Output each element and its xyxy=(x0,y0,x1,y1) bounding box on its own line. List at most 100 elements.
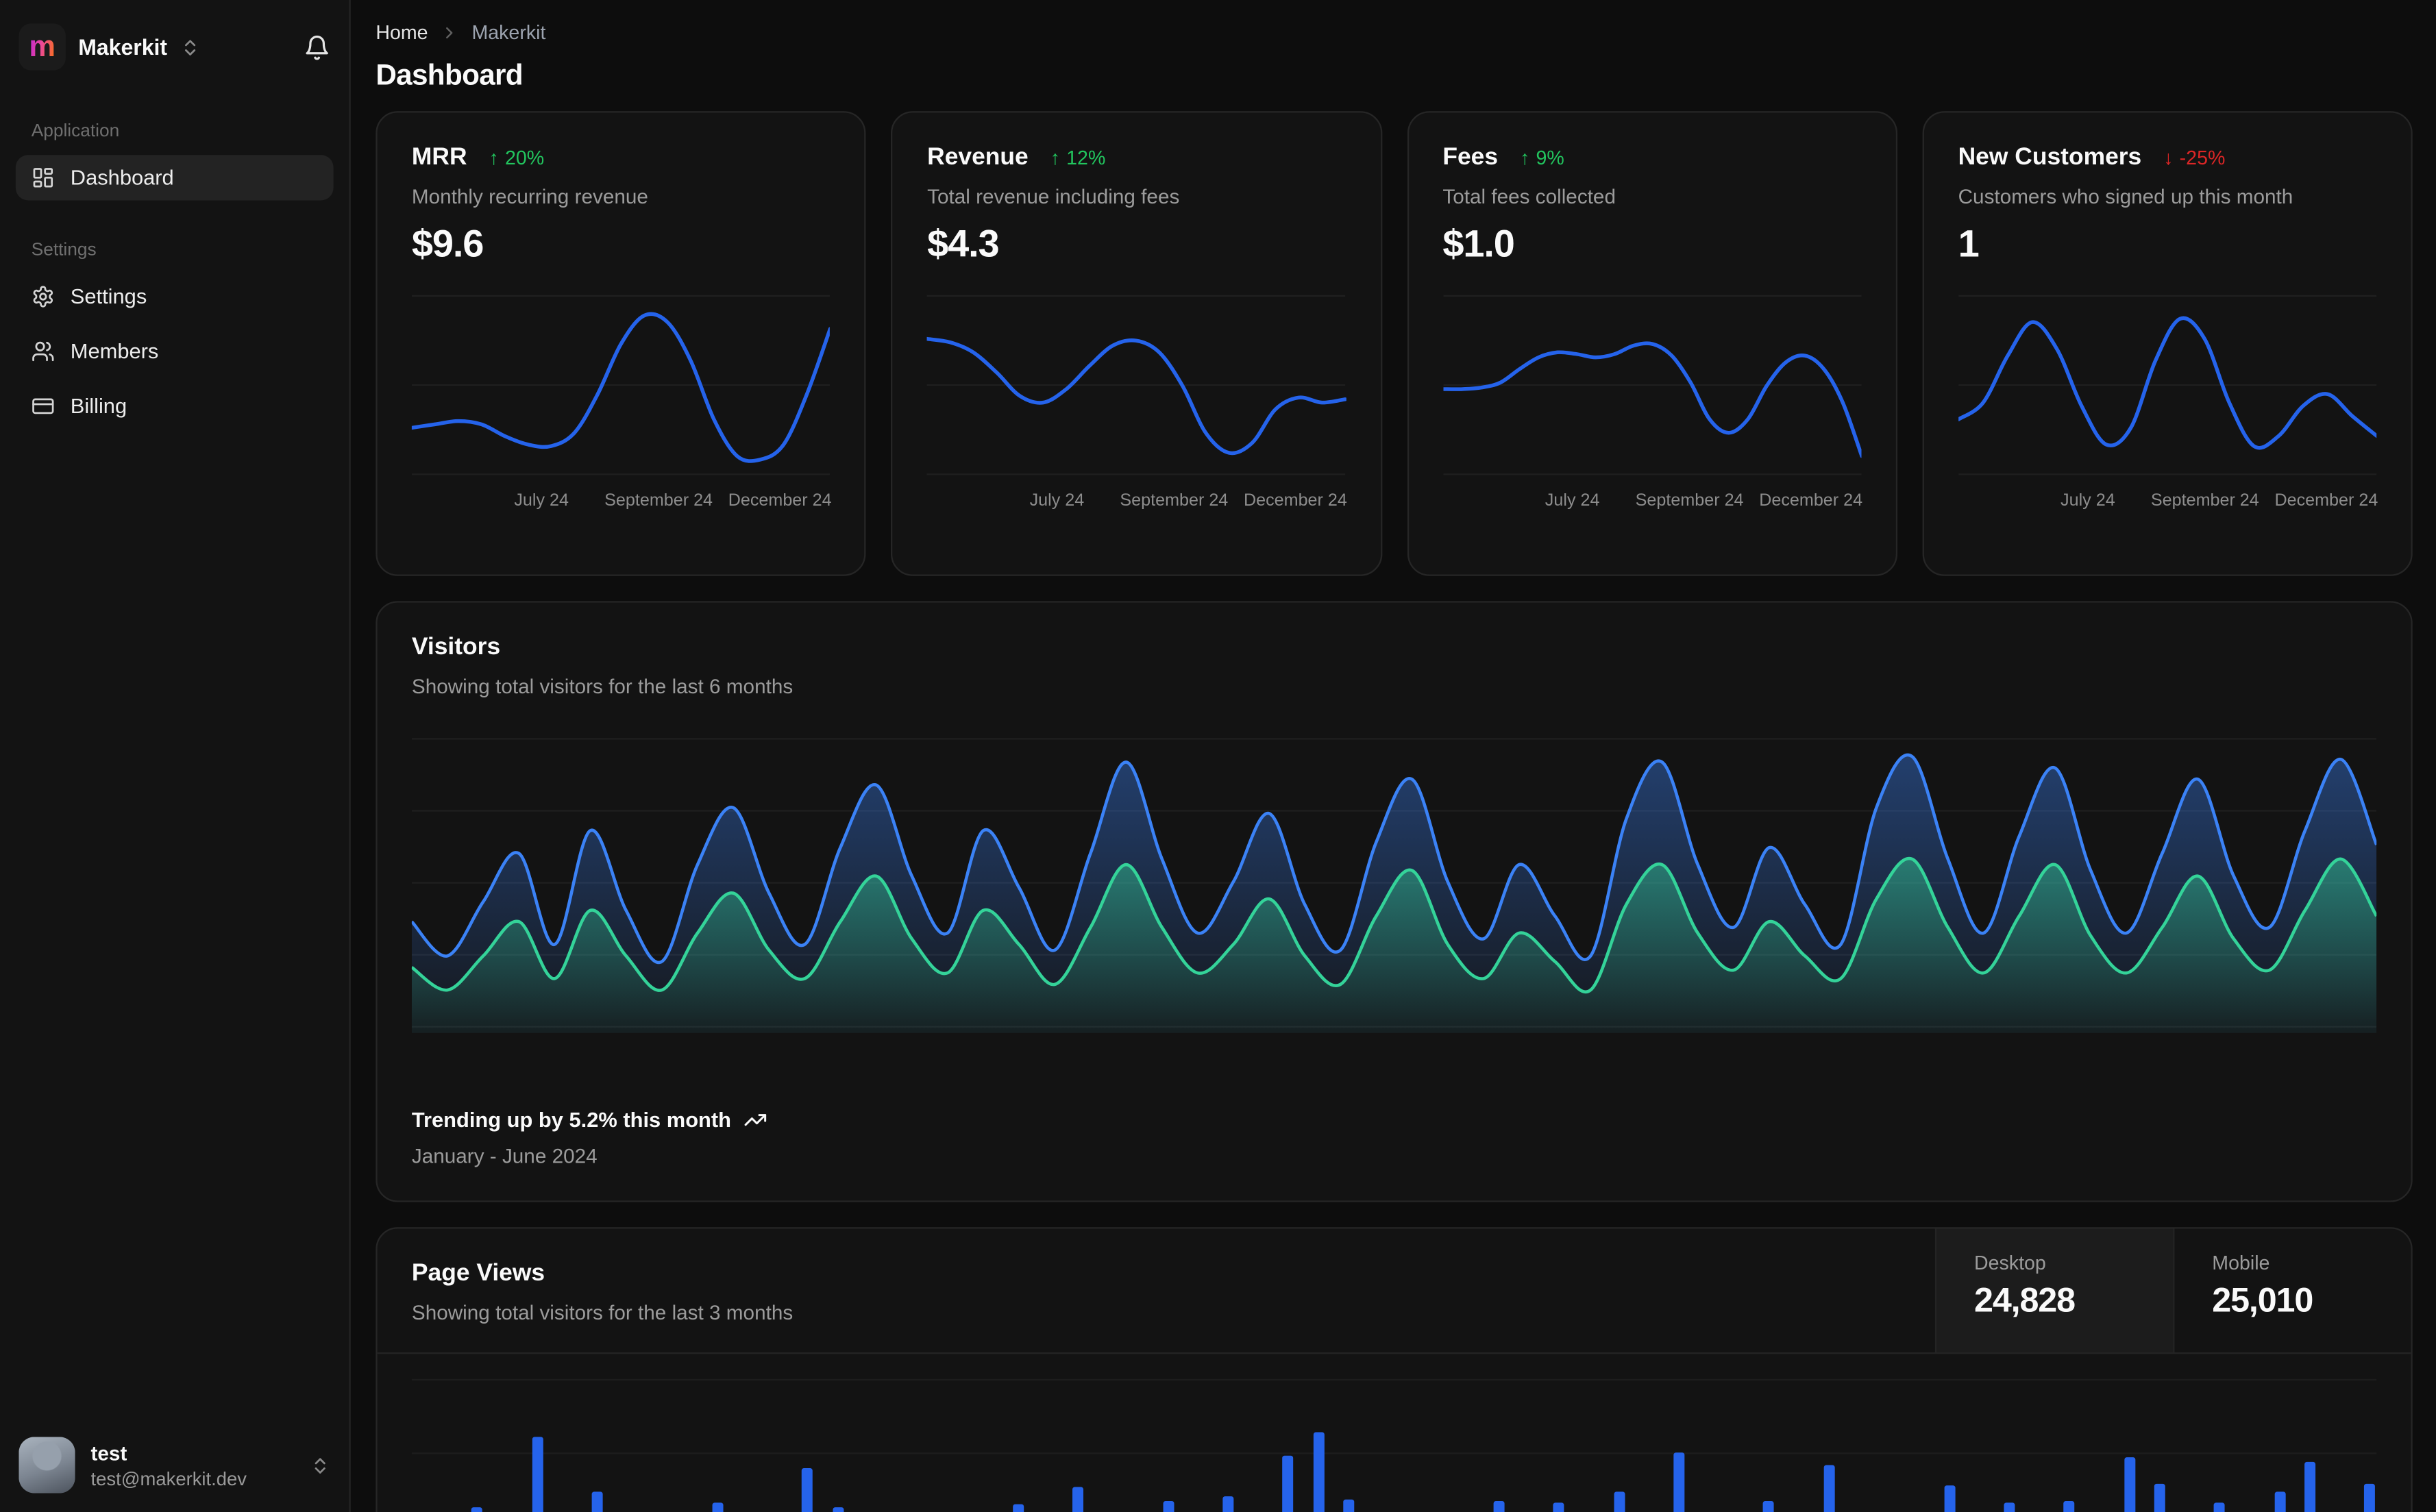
trend-badge: ↑ 9% xyxy=(1520,147,1564,169)
page-views-bar xyxy=(1613,1491,1625,1512)
stat-value: $9.6 xyxy=(411,223,484,267)
page-views-bar xyxy=(2364,1483,2376,1512)
page-views-bar xyxy=(2063,1501,2075,1512)
arrow-up-icon: ↑ xyxy=(1520,147,1530,169)
user-meta: test test@makerkit.dev xyxy=(91,1441,295,1489)
page-views-bar xyxy=(1342,1498,1354,1512)
page-views-bar xyxy=(2274,1491,2285,1512)
sidebar-item-members[interactable]: Members xyxy=(16,329,334,374)
sparkline-chart xyxy=(411,293,831,478)
trend-value: 12% xyxy=(1066,147,1106,169)
main-content: Home Makerkit Dashboard MRR ↑ 20% Monthl… xyxy=(351,0,2436,1512)
visitors-card: Visitors Showing total visitors for the … xyxy=(376,601,2413,1202)
stat-title: Fees xyxy=(1442,144,1499,171)
stat-value: $4.3 xyxy=(927,223,1000,267)
page-views-bar xyxy=(1553,1502,1564,1512)
toggle-mobile[interactable]: Mobile 25,010 xyxy=(2173,1228,2411,1352)
stat-value: $1.0 xyxy=(1442,223,1515,267)
chevrons-up-down-icon[interactable] xyxy=(180,37,200,58)
page-views-description: Showing total visitors for the last 3 mo… xyxy=(411,1300,793,1324)
app-root: m Makerkit Application Dashboard Setting… xyxy=(0,0,2436,1512)
stat-description: Total revenue including fees xyxy=(927,184,1180,208)
gear-icon xyxy=(32,285,55,308)
stat-description: Customers who signed up this month xyxy=(1958,184,2293,208)
axis-tick: September 24 xyxy=(604,491,713,510)
sparkline-axis: July 24 September 24 December 24 xyxy=(1442,485,1863,517)
bell-icon[interactable] xyxy=(304,34,330,60)
section-label-settings: Settings xyxy=(31,240,97,260)
sidebar-item-label: Billing xyxy=(70,394,127,419)
toggle-desktop[interactable]: Desktop 24,828 xyxy=(1934,1228,2174,1352)
trend-value: -25% xyxy=(2179,147,2226,169)
visitors-title: Visitors xyxy=(411,634,501,661)
stat-card-revenue: Revenue ↑ 12% Total revenue including fe… xyxy=(891,111,1382,576)
workspace-name[interactable]: Makerkit xyxy=(78,34,167,60)
stat-title: Revenue xyxy=(927,144,1029,171)
makerkit-logo-letter: m xyxy=(29,30,56,64)
page-views-bar xyxy=(1162,1501,1174,1512)
page-views-bar xyxy=(2304,1461,2315,1512)
chevron-right-icon xyxy=(441,23,459,42)
users-icon xyxy=(32,340,55,363)
sidebar-item-label: Members xyxy=(70,339,159,364)
sidebar-item-label: Dashboard xyxy=(70,166,174,190)
dashboard-icon xyxy=(32,166,55,189)
sidebar-item-settings[interactable]: Settings xyxy=(16,274,334,319)
page-views-bar xyxy=(1283,1455,1294,1512)
visitors-footer: Trending up by 5.2% this month January -… xyxy=(411,1108,2376,1168)
page-views-bar xyxy=(532,1436,543,1512)
stat-card-fees: Fees ↑ 9% Total fees collected $1.0 July… xyxy=(1406,111,1897,576)
stat-card-mrr: MRR ↑ 20% Monthly recurring revenue $9.6… xyxy=(376,111,867,576)
sparkline-chart xyxy=(1442,293,1861,478)
axis-tick: July 24 xyxy=(1545,491,1600,510)
trend-badge: ↑ 12% xyxy=(1050,147,1106,169)
toggle-value: 24,828 xyxy=(1974,1280,2076,1320)
trend-value: 20% xyxy=(504,147,545,169)
breadcrumb-home-link[interactable]: Home xyxy=(376,22,428,44)
stats-grid: MRR ↑ 20% Monthly recurring revenue $9.6… xyxy=(376,111,2413,576)
stat-title: New Customers xyxy=(1958,144,2142,171)
page-views-title: Page Views xyxy=(411,1260,545,1287)
sparkline-chart xyxy=(927,293,1346,478)
visitors-date-range: January - June 2024 xyxy=(411,1144,598,1168)
page-views-bar xyxy=(2124,1457,2135,1512)
toggle-value: 25,010 xyxy=(2212,1280,2313,1320)
user-menu[interactable]: test test@makerkit.dev xyxy=(16,1422,334,1512)
stat-title: MRR xyxy=(411,144,467,171)
page-views-bar xyxy=(591,1491,603,1512)
breadcrumb: Home Makerkit xyxy=(376,22,2412,44)
breadcrumb-current: Makerkit xyxy=(471,21,546,44)
arrow-up-icon: ↑ xyxy=(489,147,499,169)
arrow-up-icon: ↑ xyxy=(1050,147,1061,169)
stat-value: 1 xyxy=(1958,223,1980,267)
credit-card-icon xyxy=(32,395,55,418)
trending-up-icon xyxy=(743,1108,767,1132)
page-views-bar-chart xyxy=(411,1354,2377,1512)
avatar xyxy=(19,1437,75,1494)
page-views-bar xyxy=(1493,1501,1505,1512)
trend-value: 9% xyxy=(1536,147,1564,169)
axis-tick: December 24 xyxy=(1759,491,1863,510)
page-views-bar xyxy=(1823,1465,1835,1512)
user-name: test xyxy=(90,1441,127,1465)
axis-tick: July 24 xyxy=(2060,491,2115,510)
axis-tick: December 24 xyxy=(2274,491,2378,510)
sidebar-item-billing[interactable]: Billing xyxy=(16,384,334,429)
user-email: test@makerkit.dev xyxy=(90,1467,247,1489)
arrow-down-icon: ↓ xyxy=(2163,147,2174,169)
sidebar-header: m Makerkit xyxy=(16,0,334,75)
page-title: Dashboard xyxy=(376,58,523,91)
page-views-bar xyxy=(1943,1485,1955,1512)
axis-tick: July 24 xyxy=(514,491,569,510)
page-views-bar xyxy=(1673,1452,1685,1512)
section-label-application: Application xyxy=(31,122,120,141)
axis-tick: September 24 xyxy=(1120,491,1229,510)
sidebar-item-dashboard[interactable]: Dashboard xyxy=(15,155,334,201)
page-views-bar xyxy=(1222,1496,1234,1512)
page-views-bar xyxy=(1012,1504,1024,1512)
page-views-bar xyxy=(802,1467,813,1512)
axis-tick: September 24 xyxy=(1635,491,1744,510)
page-views-bar xyxy=(2214,1502,2226,1512)
page-views-bar xyxy=(1763,1501,1775,1512)
sparkline-axis: July 24 September 24 December 24 xyxy=(927,485,1347,517)
